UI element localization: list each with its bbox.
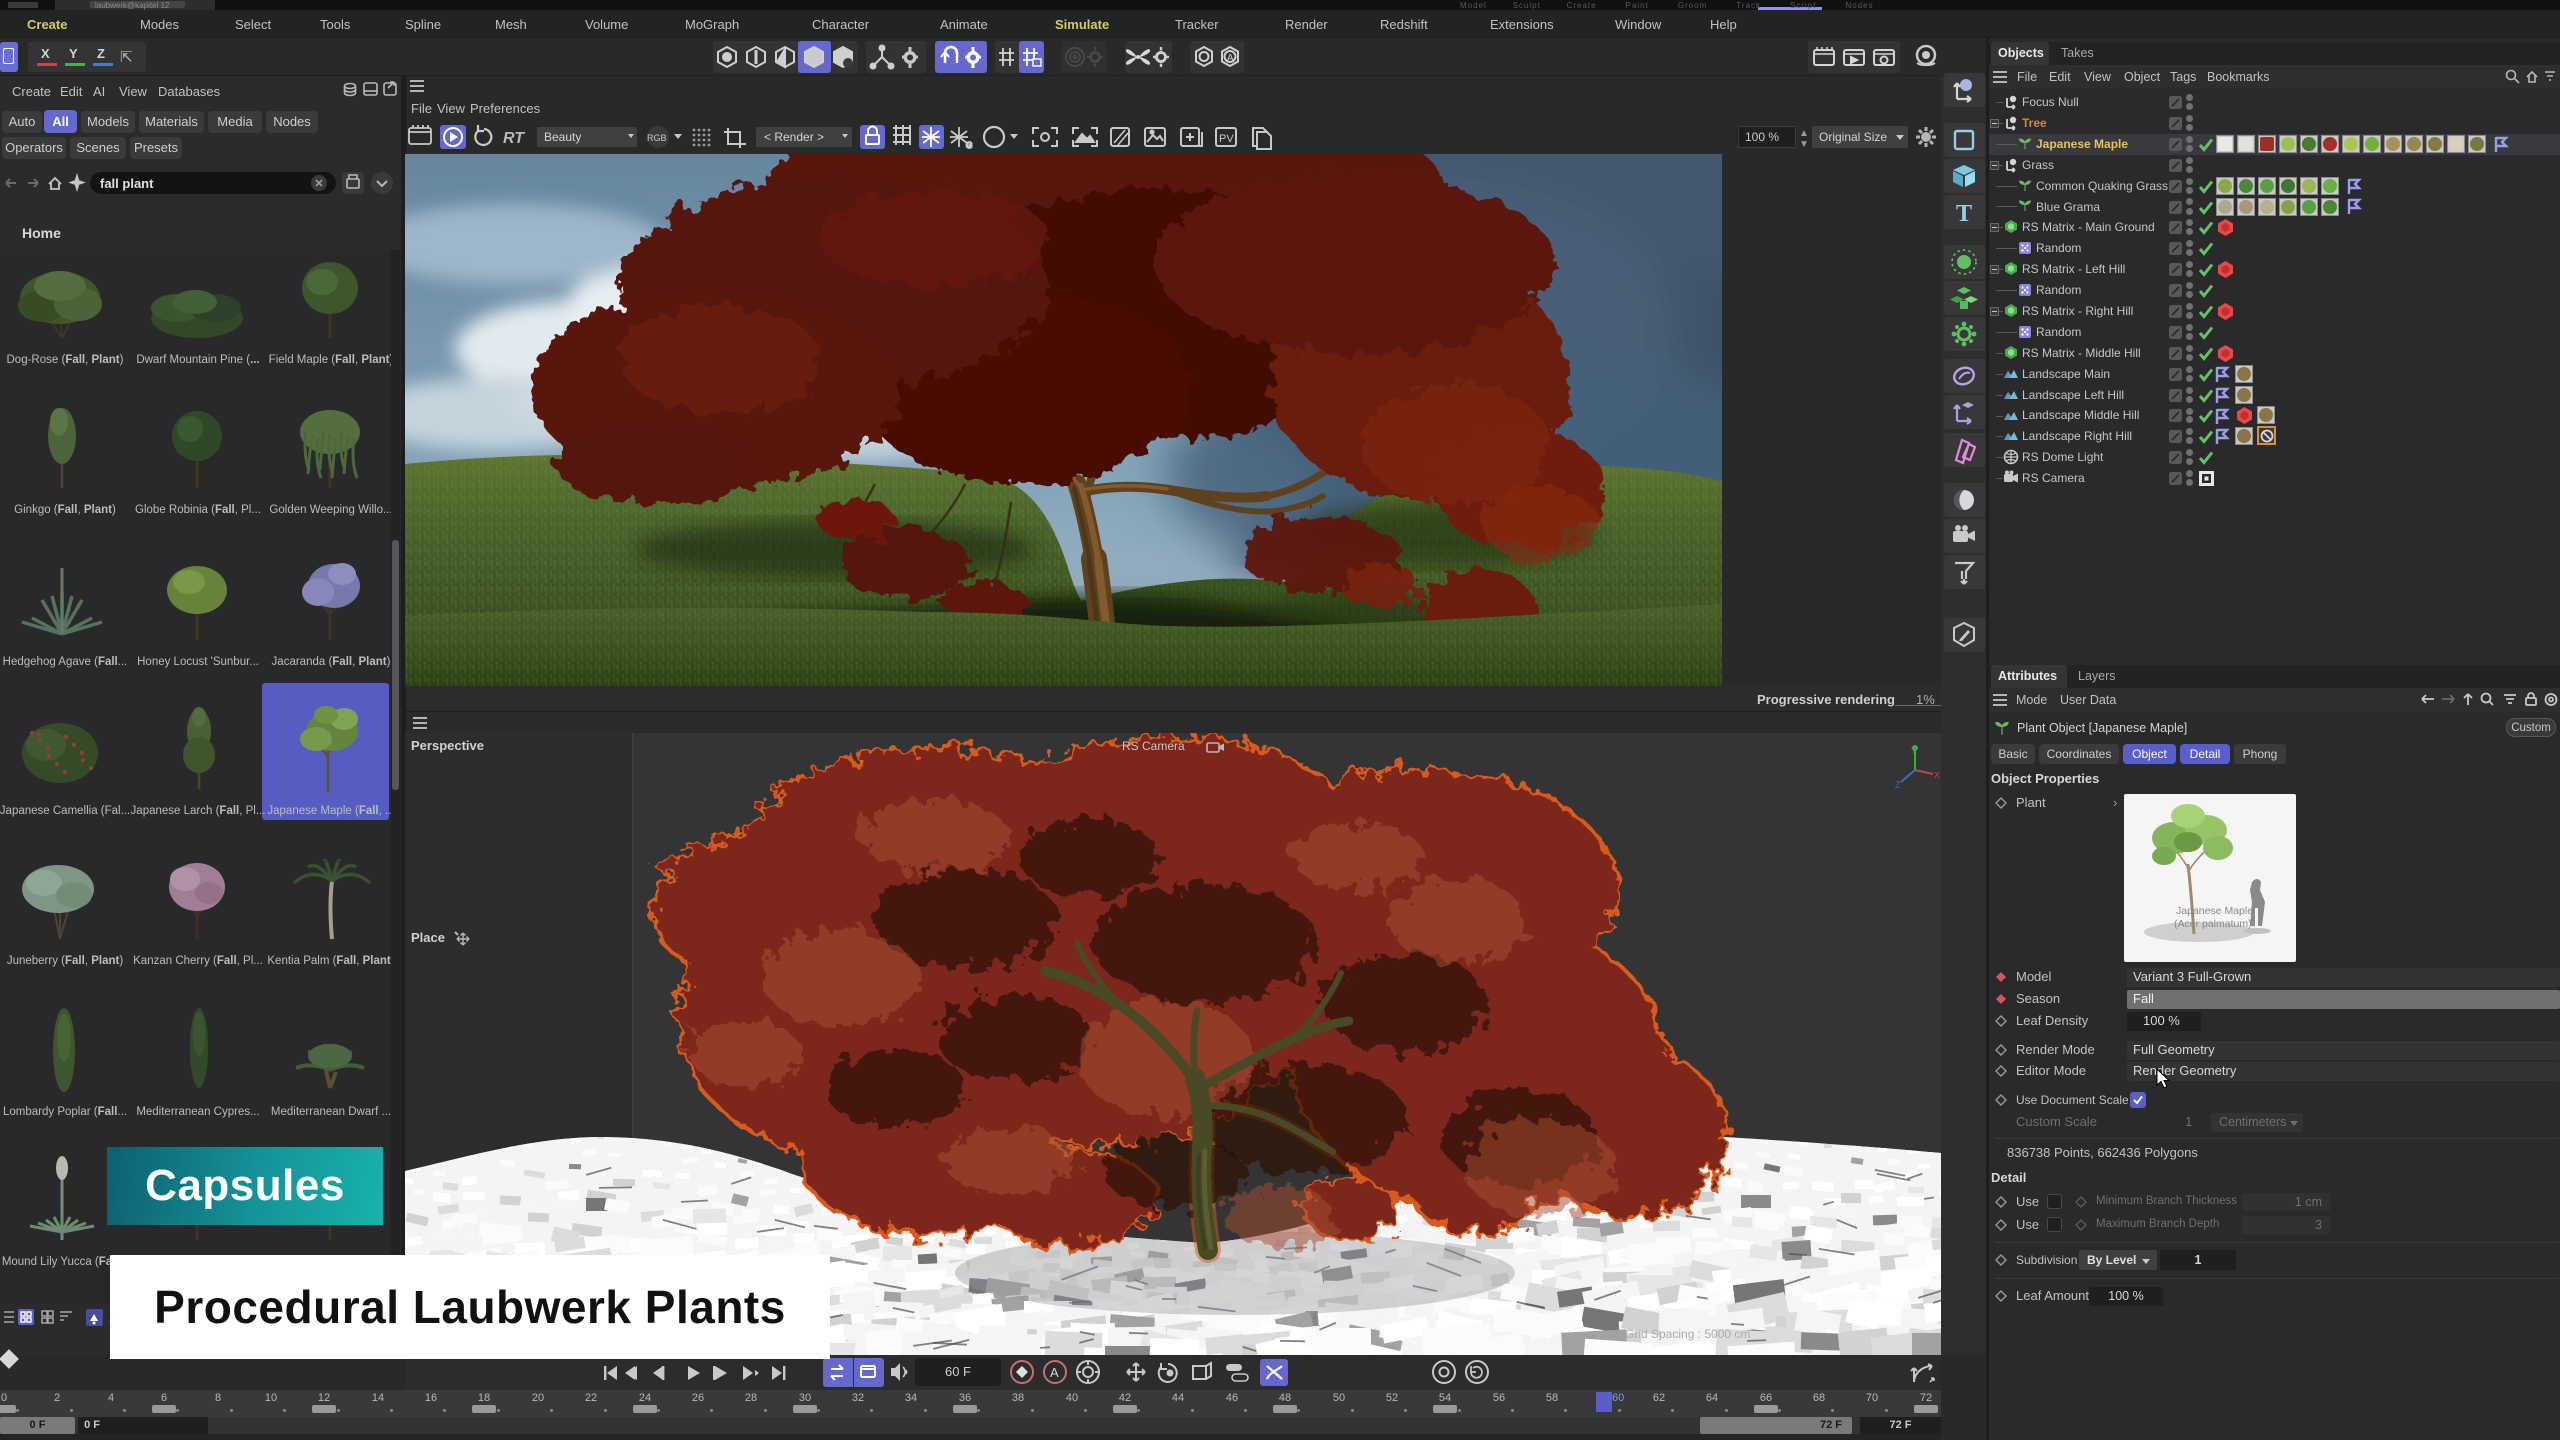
svg-text:Z: Z <box>1895 780 1901 790</box>
svg-text:PV: PV <box>1219 133 1234 145</box>
svg-text:A: A <box>1227 53 1234 64</box>
svg-text:Japanese Maple: Japanese Maple <box>2176 905 2253 917</box>
svg-text:Y: Y <box>1911 746 1917 756</box>
svg-text:X: X <box>1934 770 1940 780</box>
svg-text:G: G <box>966 141 972 150</box>
svg-text:RT: RT <box>503 130 525 147</box>
svg-text:Beauty: Beauty <box>544 130 581 144</box>
svg-text:< Render >: < Render > <box>764 130 824 144</box>
svg-text:(Acer palmatum): (Acer palmatum) <box>2174 918 2252 930</box>
svg-text:T: T <box>1956 201 1972 227</box>
svg-text:RGB: RGB <box>647 133 667 143</box>
svg-text:A: A <box>1050 1365 1059 1380</box>
